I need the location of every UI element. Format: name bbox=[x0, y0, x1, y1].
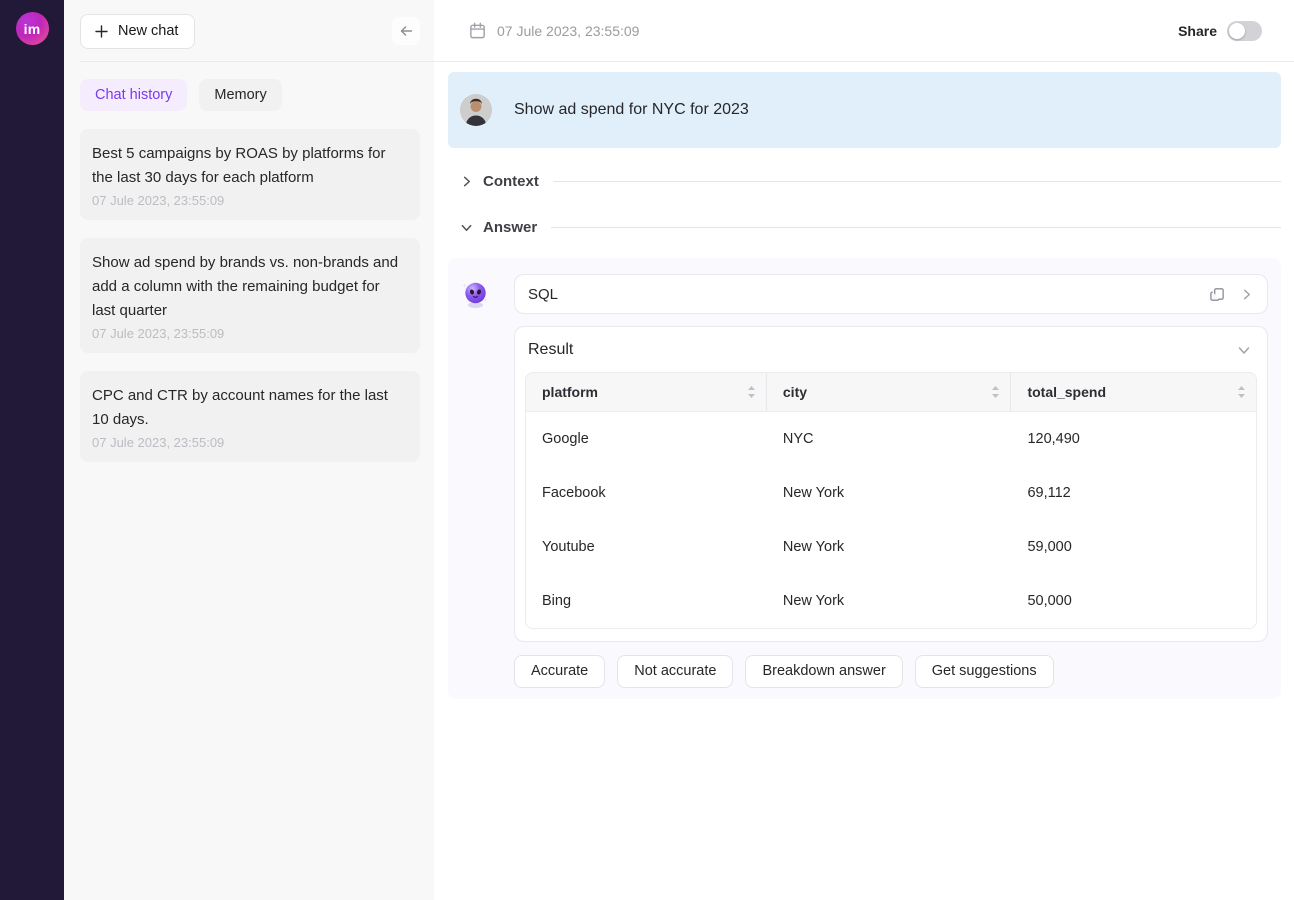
accurate-button[interactable]: Accurate bbox=[514, 655, 605, 688]
divider bbox=[551, 227, 1281, 228]
column-header-total-spend[interactable]: total_spend bbox=[1011, 373, 1256, 412]
conversation-body: Show ad spend for NYC for 2023 Context A… bbox=[434, 62, 1294, 699]
table-row: Youtube New York 59,000 bbox=[526, 520, 1256, 574]
cell-city: New York bbox=[767, 574, 1012, 628]
cell-total-spend: 69,112 bbox=[1011, 466, 1256, 520]
sort-icon[interactable] bbox=[991, 385, 1000, 399]
sidebar-header: New chat bbox=[64, 0, 434, 62]
tab-chat-history[interactable]: Chat history bbox=[80, 79, 187, 111]
list-item[interactable]: Show ad spend by brands vs. non-brands a… bbox=[80, 238, 420, 353]
header-actions: Share bbox=[1178, 21, 1262, 41]
chevron-down-icon bbox=[460, 221, 473, 234]
context-section-toggle[interactable]: Context bbox=[460, 169, 1281, 193]
sql-panel-toggle[interactable]: SQL bbox=[514, 274, 1268, 314]
calendar-icon bbox=[468, 21, 487, 40]
main-content: 07 Jule 2023, 23:55:09 Share Show ad spe… bbox=[434, 0, 1294, 900]
cell-platform: Youtube bbox=[526, 520, 767, 574]
history-item-title: CPC and CTR by account names for the las… bbox=[92, 384, 406, 432]
chevron-right-icon bbox=[1240, 288, 1253, 301]
not-accurate-button[interactable]: Not accurate bbox=[617, 655, 733, 688]
plus-icon bbox=[94, 24, 109, 39]
cell-platform: Facebook bbox=[526, 466, 767, 520]
table-row: Bing New York 50,000 bbox=[526, 574, 1256, 628]
chevron-right-icon bbox=[460, 175, 473, 188]
column-header-platform[interactable]: platform bbox=[526, 373, 767, 412]
feedback-actions: Accurate Not accurate Breakdown answer G… bbox=[514, 655, 1268, 688]
tab-memory[interactable]: Memory bbox=[199, 79, 281, 111]
collapse-sidebar-button[interactable] bbox=[392, 17, 420, 45]
divider bbox=[553, 181, 1281, 182]
sort-icon[interactable] bbox=[1237, 385, 1246, 399]
history-item-timestamp: 07 Jule 2023, 23:55:09 bbox=[92, 435, 406, 450]
history-item-timestamp: 07 Jule 2023, 23:55:09 bbox=[92, 326, 406, 341]
chat-history-list: Best 5 campaigns by ROAS by platforms fo… bbox=[64, 111, 434, 462]
arrow-left-icon bbox=[397, 22, 415, 40]
list-item[interactable]: Best 5 campaigns by ROAS by platforms fo… bbox=[80, 129, 420, 220]
cell-total-spend: 50,000 bbox=[1011, 574, 1256, 628]
context-label: Context bbox=[483, 173, 539, 190]
chevron-down-icon bbox=[1237, 343, 1251, 357]
copy-icon bbox=[1209, 286, 1226, 303]
breakdown-answer-button[interactable]: Breakdown answer bbox=[745, 655, 902, 688]
share-label: Share bbox=[1178, 23, 1217, 39]
cell-city: New York bbox=[767, 520, 1012, 574]
answer-section-toggle[interactable]: Answer bbox=[460, 215, 1281, 239]
cell-platform: Bing bbox=[526, 574, 767, 628]
user-message: Show ad spend for NYC for 2023 bbox=[448, 72, 1281, 148]
user-message-text: Show ad spend for NYC for 2023 bbox=[514, 101, 749, 119]
answer-panel: SQL bbox=[448, 258, 1281, 699]
bot-avatar-crystal-ball-icon bbox=[461, 280, 490, 309]
sidebar-tabs: Chat history Memory bbox=[64, 62, 434, 111]
cell-total-spend: 120,490 bbox=[1011, 412, 1256, 466]
table-header-row: platform city bbox=[526, 373, 1256, 412]
history-item-title: Best 5 campaigns by ROAS by platforms fo… bbox=[92, 142, 406, 190]
cell-total-spend: 59,000 bbox=[1011, 520, 1256, 574]
user-avatar bbox=[460, 94, 492, 126]
result-table: platform city bbox=[525, 372, 1257, 629]
list-item[interactable]: CPC and CTR by account names for the las… bbox=[80, 371, 420, 462]
result-header[interactable]: Result bbox=[525, 339, 1257, 359]
sidebar: New chat Chat history Memory Best 5 camp… bbox=[64, 0, 434, 900]
history-item-timestamp: 07 Jule 2023, 23:55:09 bbox=[92, 193, 406, 208]
copy-sql-button[interactable] bbox=[1209, 286, 1226, 303]
conversation-date: 07 Jule 2023, 23:55:09 bbox=[468, 21, 639, 40]
result-card: Result platform bbox=[514, 326, 1268, 642]
cell-platform: Google bbox=[526, 412, 767, 466]
table-row: Google NYC 120,490 bbox=[526, 412, 1256, 466]
conversation-date-text: 07 Jule 2023, 23:55:09 bbox=[497, 23, 639, 39]
result-title: Result bbox=[528, 341, 573, 359]
bot-avatar-column bbox=[461, 274, 514, 309]
cell-city: NYC bbox=[767, 412, 1012, 466]
cell-city: New York bbox=[767, 466, 1012, 520]
brand-rail: im bbox=[0, 0, 64, 900]
table-row: Facebook New York 69,112 bbox=[526, 466, 1256, 520]
app-logo[interactable]: im bbox=[16, 12, 49, 45]
answer-content: SQL bbox=[514, 274, 1268, 688]
get-suggestions-button[interactable]: Get suggestions bbox=[915, 655, 1054, 688]
sql-label: SQL bbox=[528, 286, 558, 303]
new-chat-button[interactable]: New chat bbox=[80, 14, 195, 49]
share-toggle[interactable] bbox=[1227, 21, 1262, 41]
answer-label: Answer bbox=[483, 219, 537, 236]
conversation-header: 07 Jule 2023, 23:55:09 Share bbox=[434, 0, 1294, 62]
history-item-title: Show ad spend by brands vs. non-brands a… bbox=[92, 251, 406, 323]
column-header-city[interactable]: city bbox=[767, 373, 1012, 412]
sort-icon[interactable] bbox=[747, 385, 756, 399]
toggle-knob bbox=[1229, 23, 1245, 39]
new-chat-label: New chat bbox=[118, 23, 178, 39]
